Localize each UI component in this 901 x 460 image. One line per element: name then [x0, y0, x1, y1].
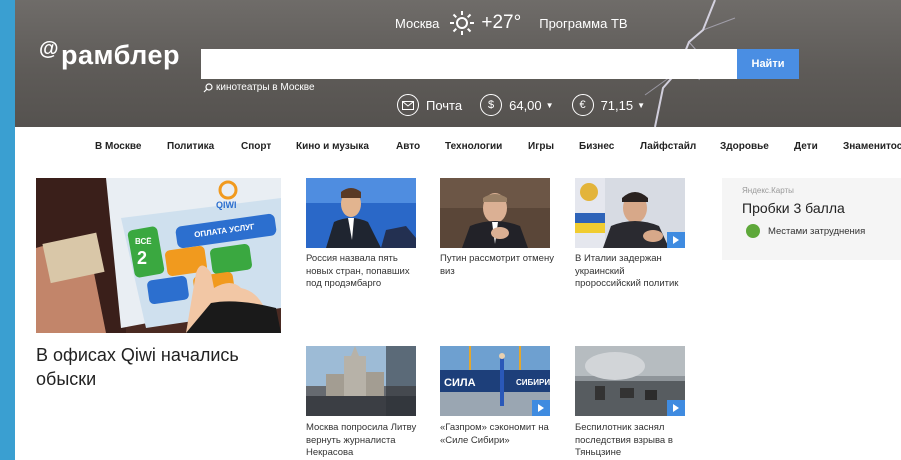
nav-item[interactable]: Политика [167, 141, 214, 152]
eur-rate[interactable]: € 71,15 ▼ [571, 94, 646, 116]
services-bar: Почта $ 64,00 ▼ € 71,15 ▼ [397, 94, 663, 116]
traffic-widget[interactable]: Яндекс.Карты Пробки 3 балла Местами затр… [722, 178, 901, 260]
search-button[interactable]: Найти [737, 49, 799, 79]
nav-item[interactable]: Дети [794, 141, 818, 152]
video-play-icon [532, 400, 550, 416]
mail-label: Почта [426, 97, 463, 113]
qiwi-all-text: ВСЁ [135, 237, 152, 246]
mail-icon [397, 94, 419, 116]
traffic-status-icon [746, 224, 760, 238]
tv-program-link[interactable]: Программа ТВ [539, 16, 627, 31]
qiwi-2-text: 2 [137, 248, 147, 268]
news-thumb-tianjin[interactable] [575, 346, 685, 416]
dollar-icon: $ [480, 94, 503, 116]
widget-title: Пробки 3 балла [742, 200, 845, 216]
search-hint-text: кинотеатры в Москве [216, 82, 315, 93]
search-input[interactable] [201, 49, 737, 79]
at-sign-icon: @ [39, 38, 60, 60]
nav-item[interactable]: В Москве [95, 141, 141, 152]
search-hint[interactable]: кинотеатры в Москве [203, 82, 315, 93]
qiwi-logo-text: QIWI [216, 200, 237, 210]
news-thumb-italy[interactable] [575, 178, 685, 248]
sun-icon [450, 11, 475, 35]
chevron-down-icon: ▼ [637, 100, 646, 110]
news-caption[interactable]: Москва попросила Литву вернуть журналист… [306, 422, 424, 460]
video-play-icon [667, 232, 685, 248]
search-icon [203, 82, 213, 92]
widget-status: Местами затруднения [746, 224, 865, 238]
euro-icon: € [571, 94, 594, 116]
news-caption[interactable]: «Газпром» сэкономит на «Силе Сибири» [440, 422, 558, 447]
nav-item[interactable]: Игры [528, 141, 554, 152]
category-nav: В Москве Политика Спорт Кино и музыка Ав… [15, 127, 901, 167]
news-caption[interactable]: Беспилотник заснял последствия взрыва в … [575, 422, 693, 460]
nav-item[interactable]: Кино и музыка [296, 141, 369, 152]
news-thumb-moscow[interactable] [306, 346, 416, 416]
usd-rate[interactable]: $ 64,00 ▼ [480, 94, 554, 116]
rambler-logo[interactable]: @ рамблер [39, 38, 180, 71]
news-caption[interactable]: Путин рассмотрит отмену виз [440, 253, 558, 278]
news-thumb-putin[interactable] [440, 178, 550, 248]
eur-value: 71,15 [600, 97, 634, 113]
headline-image[interactable]: QIWI ОПЛАТА УСЛУГ ВСЁ 2 [36, 178, 281, 333]
weather-bar: Москва +27° Программа ТВ [395, 10, 628, 36]
nav-item[interactable]: Здоровье [720, 141, 769, 152]
browser-page: @ рамблер Москва +27° Программа ТВ Найти [15, 0, 901, 460]
news-thumb-medvedev[interactable] [306, 178, 416, 248]
video-play-icon [667, 400, 685, 416]
nav-item[interactable]: Бизнес [579, 141, 614, 152]
sibiri-text: СИБИРИ [516, 378, 550, 387]
news-caption[interactable]: В Италии задержан украинский пророссийск… [575, 253, 693, 291]
nav-item[interactable]: Спорт [241, 141, 271, 152]
nav-item[interactable]: Знаменитос [843, 141, 901, 152]
nav-item[interactable]: Технологии [445, 141, 502, 152]
logo-text: рамблер [61, 40, 180, 70]
headline-title[interactable]: В офисах Qiwi начались обыски [36, 343, 281, 391]
usd-value: 64,00 [509, 97, 542, 113]
nav-item[interactable]: Лайфстайл [640, 141, 696, 152]
header: @ рамблер Москва +27° Программа ТВ Найти [15, 0, 901, 127]
city-link[interactable]: Москва [395, 16, 439, 31]
temperature[interactable]: +27° [481, 12, 521, 34]
widget-source: Яндекс.Карты [742, 186, 794, 195]
widget-status-text: Местами затруднения [768, 225, 866, 237]
sila-text: СИЛА [444, 377, 476, 389]
news-thumb-gazprom[interactable]: СИЛА СИБИРИ [440, 346, 550, 416]
nav-item[interactable]: Авто [396, 141, 420, 152]
chevron-down-icon: ▼ [545, 100, 554, 110]
mail-link[interactable]: Почта [397, 94, 462, 116]
news-caption[interactable]: Россия назвала пять новых стран, попавши… [306, 253, 424, 291]
